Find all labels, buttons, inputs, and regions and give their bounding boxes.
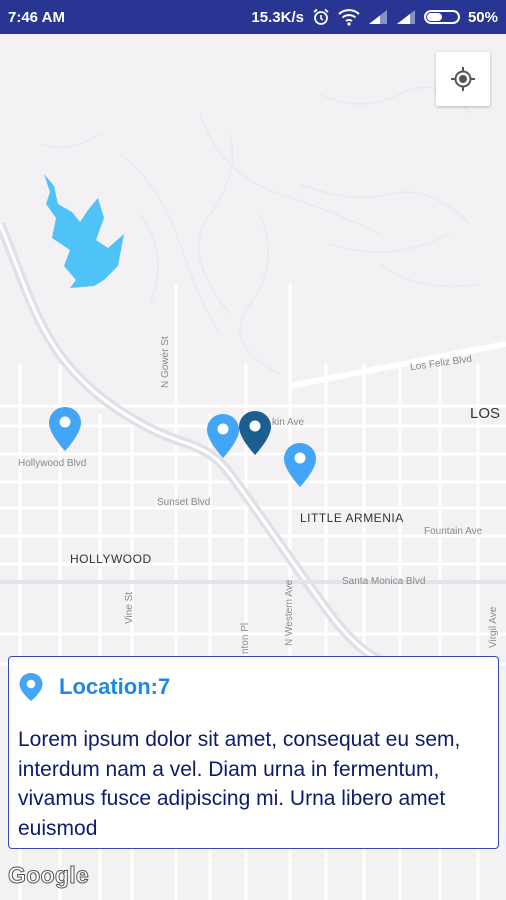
location-info-card[interactable]: Location:7 Lorem ipsum dolor sit amet, c… [8,656,499,849]
map-marker-selected[interactable] [238,410,272,456]
map-marker[interactable] [48,406,82,452]
status-time: 7:46 AM [8,8,65,26]
battery-icon [423,10,460,24]
map-label-n-gower-st: N Gower St [160,336,171,388]
card-title: Location:7 [59,674,171,699]
battery-level [426,13,442,21]
map-label-nton-pl: nton Pl [240,622,251,654]
map-label-hollywood-blvd: Hollywood Blvd [18,458,87,469]
map-marker[interactable] [206,413,240,459]
card-header: Location:7 [18,667,488,707]
map-label-little-armenia: LITTLE ARMENIA [300,511,404,525]
signal-icon [396,10,415,24]
map-label-sunset-blvd: Sunset Blvd [157,497,211,508]
map-label-kin-ave: kin Ave [272,417,305,428]
status-bar: 7:46 AM 15.3K/s 50% [0,0,506,34]
crosshair-icon [451,67,475,91]
my-location-button[interactable] [436,52,490,106]
map-label-n-western-ave: N Western Ave [284,579,295,646]
battery-percent: 50% [467,8,498,26]
map-label-hollywood: HOLLYWOOD [70,552,152,566]
location-pin-icon [19,673,43,701]
map-label-vine-st: Vine St [124,591,135,624]
status-icons: 15.3K/s 50% [251,8,498,26]
network-speed: 15.3K/s [251,8,304,26]
signal-icon [368,10,387,24]
card-description: Lorem ipsum dolor sit amet, consequat eu… [18,728,461,840]
google-logo: Google [7,862,90,889]
alarm-icon [313,8,329,25]
map-label-los: LOS [470,405,501,422]
wifi-icon [338,9,360,26]
map-label-virgil-ave: Virgil Ave [488,606,499,648]
map-marker[interactable] [283,442,317,488]
map-label-santa-monica-blvd: Santa Monica Blvd [342,576,426,587]
map-label-fountain-ave: Fountain Ave [424,526,483,537]
